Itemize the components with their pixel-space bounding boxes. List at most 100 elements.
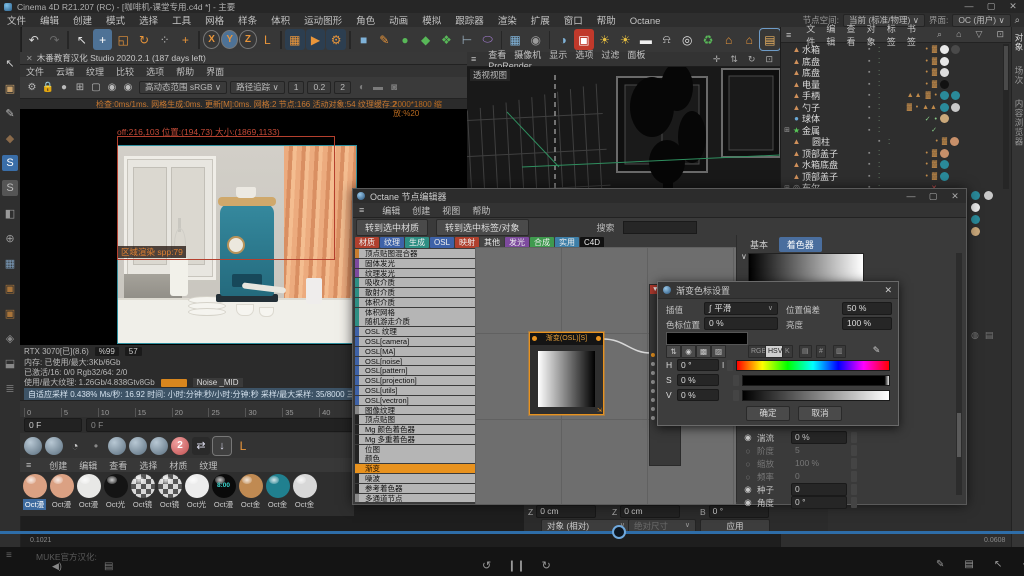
maximize-button[interactable]: ▢ bbox=[922, 191, 944, 202]
transport-icon[interactable]: ↺ bbox=[482, 559, 491, 572]
stepper[interactable] bbox=[851, 445, 857, 456]
tool-icon[interactable]: S bbox=[2, 155, 18, 171]
visibility-toggle[interactable]: ▪ bbox=[868, 104, 878, 111]
maximize-button[interactable]: ▢ bbox=[980, 1, 1002, 12]
progress-knob[interactable] bbox=[612, 525, 626, 539]
brightness-field[interactable]: 100 % bbox=[842, 317, 892, 330]
visibility-toggle[interactable]: ▪ bbox=[878, 138, 888, 145]
gradient-node[interactable]: 渐变(OSL)[S] ⇲ bbox=[529, 332, 604, 415]
bias-field[interactable]: 50 % bbox=[842, 302, 892, 315]
property-value[interactable]: 5 bbox=[791, 444, 847, 457]
object-tags[interactable]: • ▓ bbox=[886, 161, 938, 168]
tool-icon[interactable]: ◆ bbox=[2, 130, 18, 146]
stepper[interactable] bbox=[733, 375, 739, 386]
toolbar-icon[interactable]: Y bbox=[221, 30, 238, 49]
viewer-tool-icon[interactable]: ◉ bbox=[104, 80, 120, 96]
animation-dot[interactable]: ◉ bbox=[743, 432, 753, 443]
toolbar-icon[interactable] bbox=[501, 31, 503, 49]
saturation-bar[interactable] bbox=[742, 375, 890, 386]
viewer-tool-icon[interactable]: ⊞ bbox=[72, 80, 88, 96]
node-resize-icon[interactable]: ⇲ bbox=[597, 407, 602, 414]
property-value[interactable]: 100 % bbox=[791, 457, 847, 470]
picker-tool-icon[interactable]: ▨ bbox=[711, 345, 726, 358]
visibility-toggle[interactable]: ▪ bbox=[868, 115, 878, 122]
menu-item[interactable]: 跟踪器 bbox=[448, 16, 491, 27]
visibility-toggle[interactable]: ▪ bbox=[868, 58, 878, 65]
frame-range-field[interactable]: 0 F bbox=[86, 418, 356, 432]
visibility-toggle[interactable]: ▪ bbox=[868, 81, 878, 88]
object-manager-icon[interactable]: ⊡ bbox=[991, 29, 1009, 40]
texture-tag[interactable] bbox=[951, 114, 960, 123]
display-mode-icon[interactable] bbox=[108, 437, 126, 455]
hamburger-icon[interactable]: ≡ bbox=[781, 30, 796, 40]
animation-dot[interactable]: ○ bbox=[743, 446, 753, 456]
menu-item[interactable]: 扩展 bbox=[524, 16, 557, 27]
menu-item[interactable]: Octane bbox=[623, 16, 668, 27]
node-type-item[interactable]: OSL[projection] bbox=[355, 376, 475, 385]
statusbar-icon[interactable]: ↖ bbox=[994, 559, 1002, 570]
object-tags[interactable]: • ▓ bbox=[886, 81, 938, 88]
side-tab[interactable]: 内容浏览器 bbox=[1013, 99, 1024, 147]
colorspace-select[interactable]: 高动态范围 sRGB ∨ bbox=[139, 81, 227, 94]
material-item[interactable]: Oct镜 bbox=[157, 474, 182, 516]
material-menu-item[interactable]: 查看 bbox=[103, 459, 133, 472]
toolbar-icon[interactable]: ■ bbox=[354, 29, 374, 50]
tab-close-icon[interactable]: ✕ bbox=[26, 54, 33, 63]
texture-tag[interactable] bbox=[940, 172, 949, 181]
hue-bar[interactable] bbox=[736, 360, 890, 371]
keyboard-icon[interactable]: ▤ bbox=[104, 561, 113, 572]
display-mode-icon[interactable]: • bbox=[87, 437, 105, 455]
display-mode-icon[interactable]: 2 bbox=[171, 437, 189, 455]
viewport-nav-icon[interactable]: ↻ bbox=[744, 54, 760, 65]
toolbar-icon[interactable] bbox=[549, 31, 551, 49]
texture-tag[interactable] bbox=[961, 137, 970, 146]
node-type-item[interactable]: 图像纹理 bbox=[355, 406, 475, 415]
viewer-tool-icon[interactable]: ◙ bbox=[386, 80, 402, 96]
texture-tag[interactable] bbox=[940, 57, 949, 66]
node-type-item[interactable]: 体积介质 bbox=[355, 298, 475, 307]
viewport-menu-item[interactable]: 查看 bbox=[484, 50, 510, 60]
material-item[interactable]: Oct金 bbox=[292, 474, 317, 516]
texture-tag[interactable] bbox=[951, 126, 960, 135]
material-item[interactable]: Oct金 bbox=[265, 474, 290, 516]
timeline-ruler[interactable]: 0510152025303540 bbox=[20, 400, 356, 418]
toolbar-icon[interactable]: ↶ bbox=[24, 29, 44, 50]
kernel-select[interactable]: 路径追踪 ∨ bbox=[230, 81, 285, 94]
tool-icon[interactable]: ◈ bbox=[2, 330, 18, 346]
object-tags[interactable]: ✓ bbox=[886, 126, 938, 134]
viewer-menu-item[interactable]: 比较 bbox=[110, 65, 140, 78]
stepper[interactable] bbox=[851, 432, 857, 443]
tool-icon[interactable]: ◧ bbox=[2, 205, 18, 221]
tool-icon[interactable]: S bbox=[2, 180, 18, 196]
object-tags[interactable]: • ▓ bbox=[886, 150, 938, 157]
menu-item[interactable]: 工具 bbox=[165, 16, 198, 27]
texture-tag[interactable] bbox=[940, 91, 949, 100]
object-tags[interactable]: • ▓ bbox=[896, 138, 948, 145]
toolbar-icon[interactable]: ◆ bbox=[416, 29, 436, 50]
stepper[interactable] bbox=[851, 471, 857, 482]
node-type-item[interactable]: 体积网格 bbox=[355, 308, 475, 317]
tab-shader[interactable]: 着色器 bbox=[779, 237, 822, 252]
toolbar-icon[interactable]: ● bbox=[395, 29, 415, 50]
node-editor-titlebar[interactable]: Octane 节点编辑器 — ▢ ✕ bbox=[353, 189, 966, 203]
property-value[interactable]: 0 ° bbox=[791, 496, 847, 509]
material-item[interactable]: Oct光 bbox=[103, 474, 128, 516]
viewport-menu-item[interactable]: 过滤 bbox=[597, 50, 623, 60]
viewer-tool-icon[interactable]: ● bbox=[56, 80, 72, 96]
hue-field[interactable]: 0 ° bbox=[677, 359, 719, 371]
visibility-toggle[interactable]: ▪ bbox=[868, 46, 878, 53]
stepper[interactable] bbox=[727, 360, 733, 371]
tab-basic[interactable]: 基本 bbox=[742, 237, 776, 252]
current-frame-field[interactable]: 0 F bbox=[24, 418, 82, 432]
goto-material-button[interactable]: 转到选中材质 bbox=[356, 219, 428, 236]
menu-item[interactable]: 网格 bbox=[198, 16, 231, 27]
visibility-toggle[interactable]: ▪ bbox=[868, 173, 878, 180]
stepper[interactable] bbox=[851, 484, 857, 495]
interface-select[interactable]: OC (用户) ∨ bbox=[952, 14, 1010, 27]
material-menu-item[interactable]: 纹理 bbox=[193, 459, 223, 472]
menu-item[interactable]: 样条 bbox=[231, 16, 264, 27]
node-type-item[interactable]: 参考着色器 bbox=[355, 484, 475, 493]
material-item[interactable]: Oct镜 bbox=[130, 474, 155, 516]
display-mode-icon[interactable] bbox=[150, 437, 168, 455]
viewer-menu-item[interactable]: 选项 bbox=[140, 65, 170, 78]
